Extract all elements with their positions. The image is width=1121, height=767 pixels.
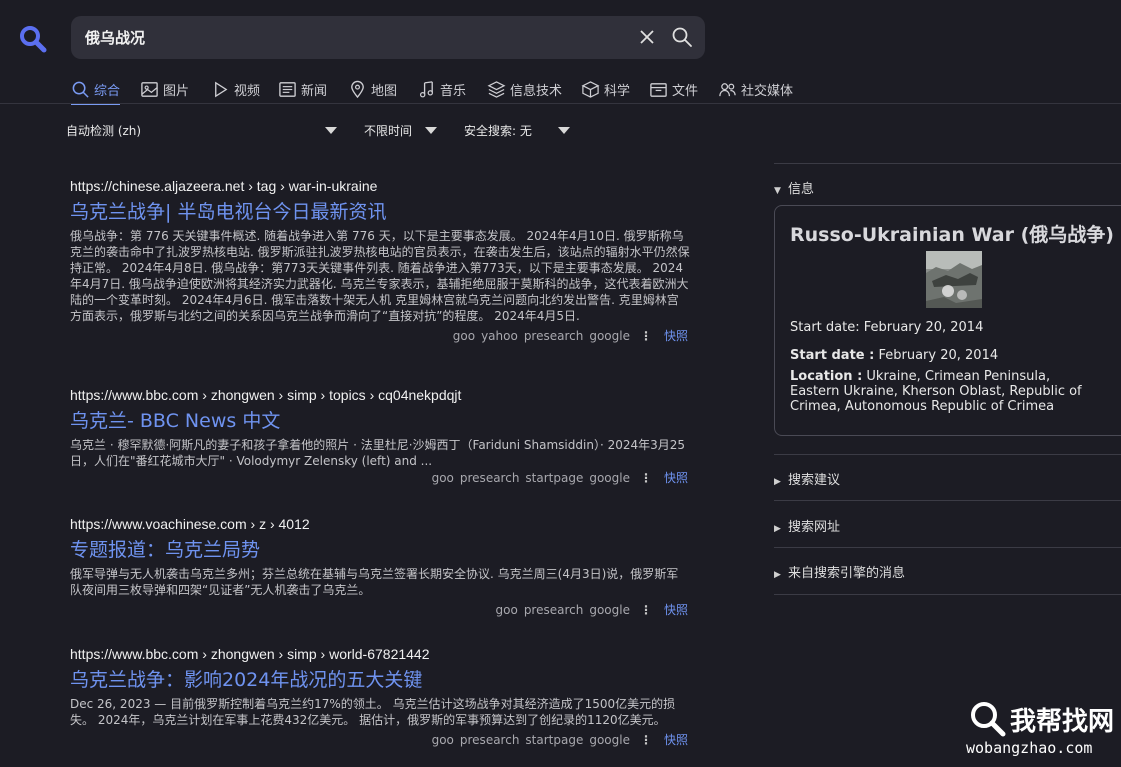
result-title-link[interactable]: 乌克兰- BBC News 中文 [70, 406, 690, 433]
sidebar-divider [774, 454, 1121, 455]
info-section-toggle[interactable]: ▼ 信息 [774, 178, 814, 197]
tab-music[interactable]: 音乐 [417, 76, 466, 102]
search-bar [71, 16, 705, 59]
tab-images[interactable]: 图片 [140, 76, 189, 102]
result-url[interactable]: https://www.bbc.com › zhongwen › simp › … [70, 387, 690, 403]
layers-icon [487, 80, 506, 98]
urls-section-toggle[interactable]: ▶ 搜索网址 [774, 516, 840, 535]
infobox-field-start-date: Start date : February 20, 2014 [790, 348, 999, 363]
file-box-icon [650, 82, 667, 97]
result-engines: goo presearch startpage google ⋮ 快照 [431, 471, 688, 485]
sidebar-divider [774, 594, 1121, 595]
result-item: https://www.bbc.com › zhongwen › simp › … [70, 646, 690, 748]
search-icon[interactable] [671, 26, 693, 48]
more-options-icon[interactable]: ⋮ [640, 471, 652, 485]
tab-label: 新闻 [301, 83, 328, 99]
tab-it[interactable]: 信息技术 [487, 76, 562, 102]
result-item: https://chinese.aljazeera.net › tag › wa… [70, 178, 690, 344]
infobox-field-location: Location : Ukraine, Crimean Peninsula, E… [790, 369, 1082, 414]
tab-label: 音乐 [440, 83, 467, 99]
result-item: https://www.voachinese.com › z › 4012 专题… [70, 516, 690, 618]
infobox-start-date: Start date: February 20, 2014 [790, 320, 984, 335]
search-icon [72, 81, 89, 98]
caret-right-icon: ▶ [774, 570, 781, 580]
tab-label: 科学 [604, 83, 631, 99]
sidebar-divider [774, 500, 1121, 501]
result-url[interactable]: https://chinese.aljazeera.net › tag › wa… [70, 178, 690, 194]
tab-general[interactable]: 综合 [71, 76, 121, 105]
image-icon [141, 81, 158, 97]
music-note-icon [419, 80, 434, 97]
result-engines: goo presearch google ⋮ 快照 [495, 603, 689, 617]
tab-label: 文件 [672, 83, 699, 99]
result-snippet: 俄乌战争：第 776 天关键事件概述. 随着战争进入第 776 天，以下是主要事… [70, 229, 690, 323]
result-url[interactable]: https://www.voachinese.com › z › 4012 [70, 516, 690, 532]
language-filter[interactable]: 自动检测 (zh) [66, 122, 141, 139]
more-options-icon[interactable]: ⋮ [640, 603, 652, 617]
language-dropdown-icon[interactable] [325, 127, 337, 134]
cache-link[interactable]: 快照 [664, 329, 688, 343]
result-snippet: Dec 26, 2023 — 目前俄罗斯控制着乌克兰约17%的领土。 乌克兰估计… [70, 697, 676, 727]
tab-videos[interactable]: 视频 [211, 76, 260, 102]
engine-messages-section-toggle[interactable]: ▶ 来自搜索引擎的消息 [774, 562, 905, 581]
result-snippet: 俄军导弹与无人机袭击乌克兰多州；芬兰总统在基辅与乌克兰签署长期安全协议. 乌克兰… [70, 567, 679, 597]
map-pin-icon [351, 80, 364, 98]
watermark: 我帮找网 wobangzhao.com [966, 697, 1118, 763]
infobox: Russo-Ukrainian War (俄乌战争) Start date: F… [774, 205, 1121, 436]
tabs-divider [0, 103, 1121, 104]
watermark-domain: wobangzhao.com [966, 739, 1093, 757]
sidebar-divider [774, 547, 1121, 548]
result-url[interactable]: https://www.bbc.com › zhongwen › simp › … [70, 646, 690, 662]
tab-label: 综合 [94, 83, 121, 99]
clear-icon[interactable] [637, 27, 657, 47]
infobox-title: Russo-Ukrainian War (俄乌战争) [790, 224, 1114, 246]
magnifier-icon [971, 702, 1006, 737]
safesearch-dropdown-icon[interactable] [558, 127, 570, 134]
more-options-icon[interactable]: ⋮ [640, 733, 652, 747]
safesearch-filter[interactable]: 安全搜索: 无 [464, 122, 532, 139]
tab-files[interactable]: 文件 [649, 76, 698, 102]
cache-link[interactable]: 快照 [664, 603, 688, 617]
caret-right-icon: ▶ [774, 477, 781, 487]
caret-down-icon: ▼ [774, 186, 781, 196]
result-engines: goo yahoo presearch google ⋮ 快照 [452, 329, 688, 343]
result-snippet: 乌克兰 · 穆罕默德·阿斯凡的妻子和孩子拿着他的照片 · 法里杜尼·沙姆西丁（F… [70, 438, 686, 468]
tab-science[interactable]: 科学 [581, 76, 630, 102]
search-input[interactable] [85, 16, 625, 59]
suggestions-section-toggle[interactable]: ▶ 搜索建议 [774, 469, 840, 488]
play-icon [215, 81, 228, 97]
newspaper-icon [279, 81, 296, 97]
tab-label: 视频 [234, 83, 261, 99]
result-title-link[interactable]: 专题报道：乌克兰局势 [70, 535, 690, 562]
sidebar-divider [774, 163, 1121, 164]
tab-news[interactable]: 新闻 [278, 76, 327, 102]
tab-maps[interactable]: 地图 [348, 76, 397, 102]
caret-right-icon: ▶ [774, 524, 781, 534]
more-options-icon[interactable]: ⋮ [640, 329, 652, 343]
cache-link[interactable]: 快照 [664, 733, 688, 747]
result-title-link[interactable]: 乌克兰战争| 半岛电视台今日最新资讯 [70, 197, 690, 224]
logo-search-icon[interactable] [18, 24, 48, 54]
tab-label: 地图 [371, 83, 398, 99]
users-icon [719, 82, 736, 96]
cube-icon [581, 80, 600, 98]
tab-social-media[interactable]: 社交媒体 [718, 76, 793, 102]
cache-link[interactable]: 快照 [664, 471, 688, 485]
result-engines: goo presearch startpage google ⋮ 快照 [431, 733, 688, 747]
watermark-brand: 我帮找网 [1010, 707, 1115, 737]
time-dropdown-icon[interactable] [425, 127, 437, 134]
result-item: https://www.bbc.com › zhongwen › simp › … [70, 387, 690, 486]
tab-label: 社交媒体 [741, 83, 794, 99]
tab-label: 信息技术 [510, 83, 563, 99]
tab-label: 图片 [163, 83, 190, 99]
infobox-image[interactable] [926, 251, 982, 308]
time-filter[interactable]: 不限时间 [364, 122, 412, 139]
result-title-link[interactable]: 乌克兰战争：影响2024年战况的五大关键 [70, 665, 690, 692]
